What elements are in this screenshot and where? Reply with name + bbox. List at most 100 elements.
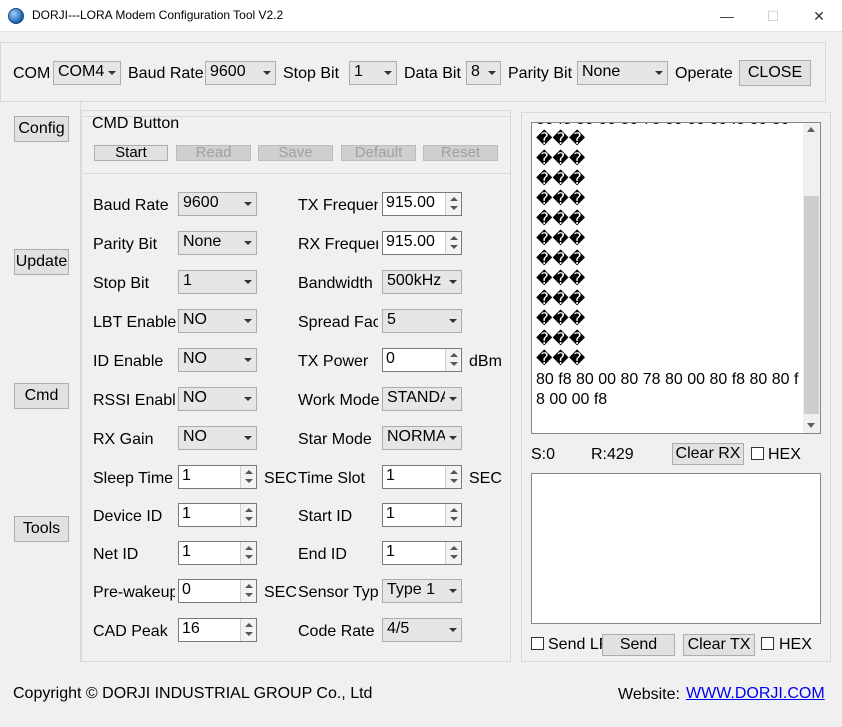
start-button[interactable]: Start <box>94 145 168 161</box>
parity-bit-select[interactable]: None <box>577 61 668 85</box>
website-link[interactable]: WWW.DORJI.COM <box>686 685 825 703</box>
sidebar-update-button[interactable]: Update <box>14 249 69 275</box>
spinner-arrows-icon[interactable] <box>240 580 256 602</box>
read-button[interactable]: Read <box>176 145 251 161</box>
cad-peak-spinner[interactable]: 16 <box>178 618 257 642</box>
close-port-button[interactable]: CLOSE <box>739 60 811 86</box>
minimize-button[interactable]: — <box>704 0 750 32</box>
rx-textbox[interactable]: 80 f8 80 00 80 78 80 00 80 f8 80 80 ��� … <box>531 122 821 434</box>
cfg-stop-bit-select[interactable]: 1 <box>178 270 257 294</box>
spinner-arrows-icon[interactable] <box>445 193 461 215</box>
id-enable-select[interactable]: NO <box>178 348 257 372</box>
sidebar-cmd-button[interactable]: Cmd <box>14 383 69 409</box>
scroll-down-icon[interactable] <box>807 423 815 428</box>
spinner-arrows-icon[interactable] <box>240 504 256 526</box>
com-port-select[interactable]: COM4 <box>53 61 121 85</box>
spread-factor-select[interactable]: 5 <box>382 309 462 333</box>
net-id-spinner[interactable]: 1 <box>178 541 257 565</box>
spinner-arrows-icon[interactable] <box>240 466 256 488</box>
work-mode-select[interactable]: STANDARD <box>382 387 462 411</box>
rssi-enable-label: RSSI Enable <box>93 392 175 409</box>
sent-count: S:0 <box>531 446 556 463</box>
sensor-type-select[interactable]: Type 1 <box>382 579 462 603</box>
start-id-spinner[interactable]: 1 <box>382 503 462 527</box>
app-icon <box>8 8 24 24</box>
lbt-enable-select[interactable]: NO <box>178 309 257 333</box>
time-slot-label: Time Slot <box>298 470 365 487</box>
tx-power-spinner[interactable]: 0 <box>382 348 462 372</box>
chevron-down-icon <box>449 436 457 440</box>
end-id-label: End ID <box>298 546 347 563</box>
rssi-enable-select[interactable]: NO <box>178 387 257 411</box>
star-mode-select[interactable]: NORMAL <box>382 426 462 450</box>
bandwidth-label: Bandwidth <box>298 275 373 292</box>
tx-power-label: TX Power <box>298 353 369 370</box>
scroll-up-icon[interactable] <box>807 127 815 132</box>
pre-wakeup-label: Pre-wakeup <box>93 584 175 601</box>
website-label: Website: <box>618 686 680 703</box>
chevron-down-icon <box>263 71 271 75</box>
stop-bit-select[interactable]: 1 <box>349 61 397 85</box>
rx-hex-checkbox[interactable] <box>751 447 764 460</box>
send-lf-checkbox[interactable] <box>531 637 544 650</box>
end-id-spinner[interactable]: 1 <box>382 541 462 565</box>
send-button[interactable]: Send <box>602 634 675 656</box>
operate-label: Operate <box>675 65 733 82</box>
sidebar-config-button[interactable]: Config <box>14 116 69 142</box>
spinner-arrows-icon[interactable] <box>240 619 256 641</box>
time-slot-spinner[interactable]: 1 <box>382 465 462 489</box>
spinner-arrows-icon[interactable] <box>240 542 256 564</box>
spinner-arrows-icon[interactable] <box>445 542 461 564</box>
pre-wakeup-spinner[interactable]: 0 <box>178 579 257 603</box>
rx-frequency-spinner[interactable]: 915.00 <box>382 231 462 255</box>
sleep-time-spinner[interactable]: 1 <box>178 465 257 489</box>
tx-hex-checkbox[interactable] <box>761 637 774 650</box>
cad-peak-label: CAD Peak <box>93 623 168 640</box>
tx-frequency-label: TX Frequency <box>298 197 378 214</box>
spinner-arrows-icon[interactable] <box>445 504 461 526</box>
maximize-button[interactable]: ☐ <box>750 0 796 32</box>
chevron-down-icon <box>244 397 252 401</box>
chevron-down-icon <box>449 280 457 284</box>
close-window-button[interactable]: ✕ <box>796 0 842 32</box>
star-mode-label: Star Mode <box>298 431 372 448</box>
clear-tx-button[interactable]: Clear TX <box>683 634 755 656</box>
bandwidth-select[interactable]: 500kHz <box>382 270 462 294</box>
clear-rx-button[interactable]: Clear RX <box>672 443 744 465</box>
data-bit-label: Data Bit <box>404 65 461 82</box>
spinner-arrows-icon[interactable] <box>445 349 461 371</box>
rx-scrollbar[interactable] <box>803 123 820 433</box>
chevron-down-icon <box>449 397 457 401</box>
save-button[interactable]: Save <box>258 145 333 161</box>
cfg-parity-bit-select[interactable]: None <box>178 231 257 255</box>
code-rate-label: Code Rate <box>298 623 375 640</box>
chevron-down-icon <box>449 628 457 632</box>
spinner-arrows-icon[interactable] <box>445 232 461 254</box>
tx-hex-label: HEX <box>779 636 812 653</box>
chevron-down-icon <box>108 71 116 75</box>
sleep-time-unit: SEC <box>264 470 297 487</box>
device-id-spinner[interactable]: 1 <box>178 503 257 527</box>
chevron-down-icon <box>384 71 392 75</box>
reset-button[interactable]: Reset <box>423 145 498 161</box>
baud-rate-select[interactable]: 9600 <box>205 61 276 85</box>
tx-frequency-spinner[interactable]: 915.00 <box>382 192 462 216</box>
scroll-thumb[interactable] <box>804 196 819 414</box>
chevron-down-icon <box>244 319 252 323</box>
sensor-type-label: Sensor Type <box>298 584 378 601</box>
spinner-arrows-icon[interactable] <box>445 466 461 488</box>
net-id-label: Net ID <box>93 546 139 563</box>
rx-gain-select[interactable]: NO <box>178 426 257 450</box>
cfg-baud-rate-select[interactable]: 9600 <box>178 192 257 216</box>
rx-frequency-label: RX Frequency <box>298 236 378 253</box>
chevron-down-icon <box>244 436 252 440</box>
chevron-down-icon <box>244 241 252 245</box>
data-bit-select[interactable]: 8 <box>466 61 501 85</box>
code-rate-select[interactable]: 4/5 <box>382 618 462 642</box>
pre-wakeup-unit: SEC <box>264 584 297 601</box>
tx-textbox[interactable] <box>531 473 821 624</box>
received-count: R:429 <box>591 446 634 463</box>
sidebar-tools-button[interactable]: Tools <box>14 516 69 542</box>
default-button[interactable]: Default <box>341 145 416 161</box>
chevron-down-icon <box>244 358 252 362</box>
